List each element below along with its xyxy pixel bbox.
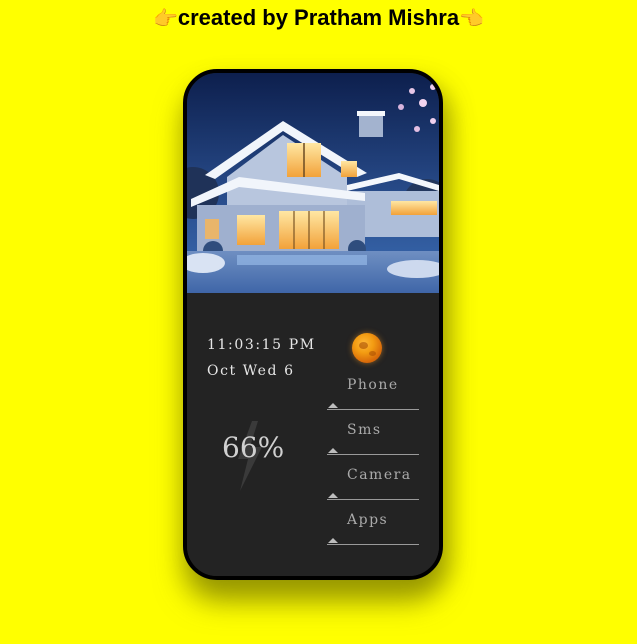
wallpaper-image xyxy=(187,73,439,293)
moon-icon xyxy=(352,333,382,363)
app-item-label: Phone xyxy=(347,377,399,393)
app-item-apps[interactable]: Apps xyxy=(327,512,419,545)
app-menu: Phone Sms Camera Apps xyxy=(327,377,419,557)
app-item-label: Apps xyxy=(347,512,389,528)
pointing-right-hand-icon: 👉 xyxy=(152,6,178,30)
battery-indicator: 66% xyxy=(212,421,292,491)
lockscreen-panel: 11:03:15 PM Oct Wed 6 66% Phone Sms Came… xyxy=(187,293,439,576)
triangle-up-icon xyxy=(328,448,338,453)
clock-time: 11:03:15 PM xyxy=(207,337,316,353)
app-item-label: Camera xyxy=(347,467,412,483)
app-item-label: Sms xyxy=(347,422,382,438)
credit-text: created by Pratham Mishra xyxy=(177,5,460,30)
pointing-left-hand-icon: 👈 xyxy=(459,6,485,30)
triangle-up-icon xyxy=(328,493,338,498)
clock-date: Oct Wed 6 xyxy=(207,363,295,379)
battery-percent: 66% xyxy=(222,431,285,464)
triangle-up-icon xyxy=(328,403,338,408)
triangle-up-icon xyxy=(328,538,338,543)
credit-header: 👉created by Pratham Mishra👈 xyxy=(0,4,637,32)
app-item-phone[interactable]: Phone xyxy=(327,377,419,410)
app-item-sms[interactable]: Sms xyxy=(327,422,419,455)
app-item-camera[interactable]: Camera xyxy=(327,467,419,500)
phone-frame: 11:03:15 PM Oct Wed 6 66% Phone Sms Came… xyxy=(183,69,443,580)
